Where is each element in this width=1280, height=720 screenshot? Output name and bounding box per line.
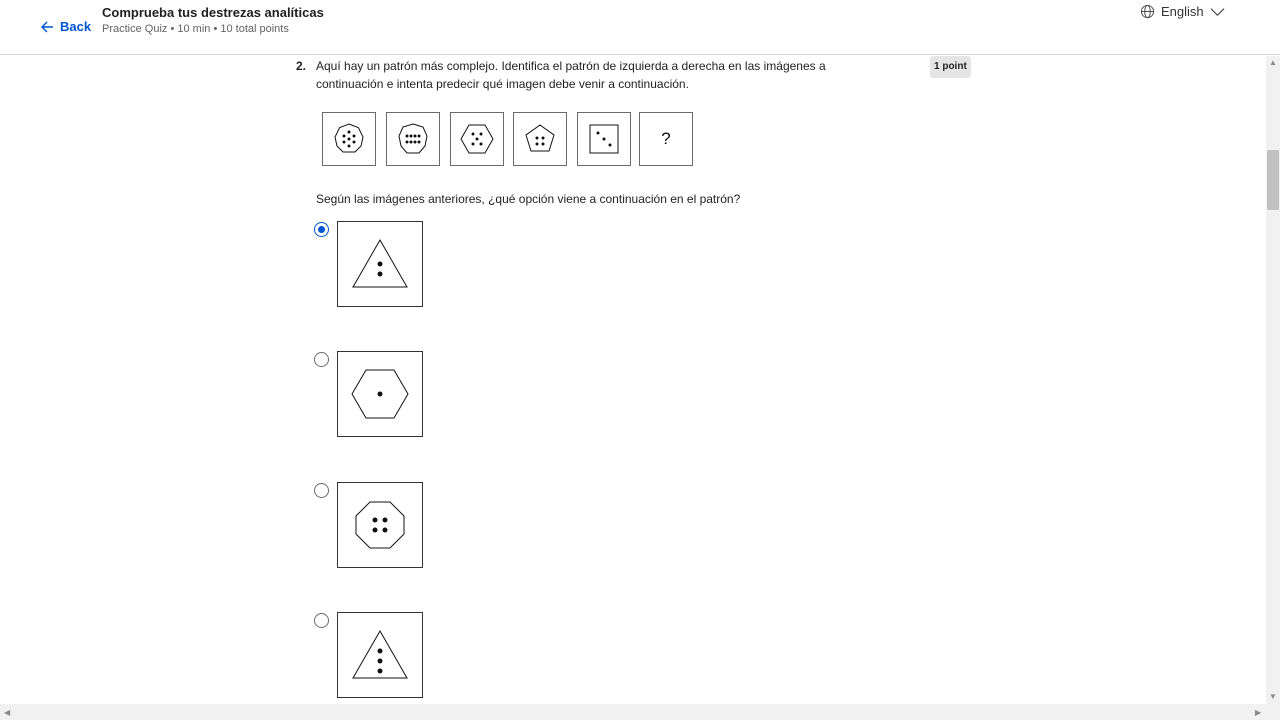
option-2-radio[interactable] <box>314 352 329 367</box>
sequence-image-3 <box>450 112 504 166</box>
top-bar: Back Comprueba tus destrezas analíticas … <box>0 0 1280 55</box>
quiz-content: 2. Aquí hay un patrón más complejo. Iden… <box>0 56 1266 704</box>
sequence-unknown: ? <box>639 112 693 166</box>
globe-icon <box>1140 4 1155 19</box>
option-1-image[interactable] <box>337 221 423 307</box>
quiz-title: Comprueba tus destrezas analíticas <box>102 5 324 20</box>
option-3-image[interactable] <box>337 482 423 568</box>
scroll-right-icon[interactable]: ▶ <box>1255 708 1261 717</box>
quiz-meta: Practice Quiz • 10 min • 10 total points <box>102 23 289 35</box>
scroll-up-icon[interactable]: ▲ <box>1269 58 1277 67</box>
vertical-scrollbar-thumb[interactable] <box>1267 150 1279 210</box>
scroll-left-icon[interactable]: ◀ <box>4 708 10 717</box>
option-4-image[interactable] <box>337 612 423 698</box>
chevron-down-icon <box>1210 8 1225 17</box>
back-button[interactable]: Back <box>40 19 91 34</box>
language-label: English <box>1161 4 1204 19</box>
language-selector[interactable]: English <box>1140 4 1225 19</box>
sequence-image-4 <box>513 112 567 166</box>
arrow-left-icon <box>41 21 53 32</box>
sequence-image-1 <box>322 112 376 166</box>
option-3-radio[interactable] <box>314 483 329 498</box>
answer-prompt: Según las imágenes anteriores, ¿qué opci… <box>316 192 741 206</box>
sequence-image-5 <box>577 112 631 166</box>
horizontal-scrollbar[interactable] <box>0 704 1280 720</box>
points-badge: 1 point <box>930 56 971 78</box>
scroll-down-icon[interactable]: ▼ <box>1269 692 1277 701</box>
question-number: 2. <box>296 59 307 73</box>
option-4-radio[interactable] <box>314 613 329 628</box>
back-label: Back <box>60 19 92 34</box>
sequence-image-2 <box>386 112 440 166</box>
question-text: Aquí hay un patrón más complejo. Identif… <box>316 59 826 91</box>
option-1-radio[interactable] <box>314 222 329 237</box>
option-2-image[interactable] <box>337 351 423 437</box>
